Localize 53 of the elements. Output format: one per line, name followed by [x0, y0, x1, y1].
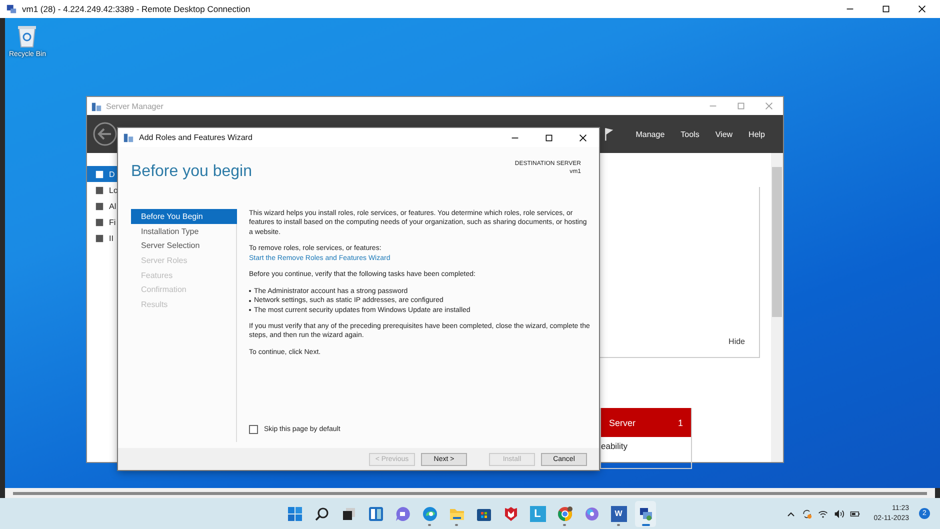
word-icon[interactable]: W [610, 506, 626, 522]
page-heading: Before you begin [131, 162, 252, 182]
computer-icon [6, 4, 17, 14]
maximize-icon[interactable] [545, 134, 553, 142]
tile-title: Server [609, 418, 636, 428]
menu-item[interactable]: Help [740, 128, 773, 140]
chrome-icon[interactable] [556, 506, 572, 522]
window-title: vm1 (28) - 4.224.249.42:3389 - Remote Desktop Connection [22, 4, 250, 14]
copilot-icon[interactable] [584, 506, 600, 522]
windows-logo-icon[interactable] [286, 506, 302, 522]
close-icon[interactable] [579, 134, 587, 142]
tile-row-text: eability [601, 440, 628, 451]
nav-item[interactable]: Al [87, 198, 118, 214]
running-indicator [455, 524, 458, 526]
window-title: Server Manager [106, 102, 164, 110]
window-title: Add Roles and Features Wizard [139, 133, 252, 142]
tile-count: 1 [678, 418, 683, 428]
running-indicator [563, 524, 566, 526]
scrollbar[interactable] [5, 488, 935, 498]
nav-item[interactable]: II [87, 230, 118, 246]
maximize-icon[interactable] [882, 5, 890, 13]
widgets-icon[interactable] [368, 506, 384, 522]
menu-item[interactable]: Tools [672, 128, 708, 140]
wizard-step[interactable]: Before You Begin [131, 209, 237, 224]
running-indicator [617, 524, 620, 526]
chat-icon[interactable] [394, 506, 410, 522]
nav-item[interactable]: D [87, 166, 118, 182]
hide-link[interactable]: Hide [728, 337, 745, 346]
search-icon[interactable] [314, 506, 330, 522]
running-indicator [428, 524, 431, 526]
task-view-icon[interactable] [340, 506, 356, 522]
wizard-step[interactable]: Server Selection [131, 238, 237, 254]
sync-icon[interactable] [802, 508, 812, 518]
battery-icon[interactable] [850, 508, 860, 518]
nav-item[interactable]: Fi [87, 214, 118, 230]
menu-item[interactable]: View [707, 128, 741, 140]
browser-icon[interactable] [422, 506, 438, 522]
taskbar-button[interactable]: W [608, 500, 629, 526]
volume-icon[interactable] [834, 508, 844, 518]
back-icon[interactable] [93, 122, 117, 146]
flag-icon[interactable] [604, 127, 614, 141]
running-indicator [642, 524, 650, 526]
remote-desktop-icon[interactable] [638, 506, 654, 522]
scrollbar[interactable] [771, 153, 783, 462]
wizard-step[interactable]: Installation Type [131, 224, 237, 238]
taskbar-button[interactable] [635, 500, 656, 526]
close-icon[interactable] [918, 5, 926, 13]
recycle-bin-icon[interactable] [16, 24, 38, 48]
checkbox[interactable] [249, 424, 258, 434]
server-tile[interactable]: Server 1 eability [600, 408, 692, 469]
shield-icon[interactable] [502, 506, 518, 522]
wifi-icon[interactable] [818, 508, 828, 518]
menu-item[interactable]: Manage [628, 128, 673, 140]
